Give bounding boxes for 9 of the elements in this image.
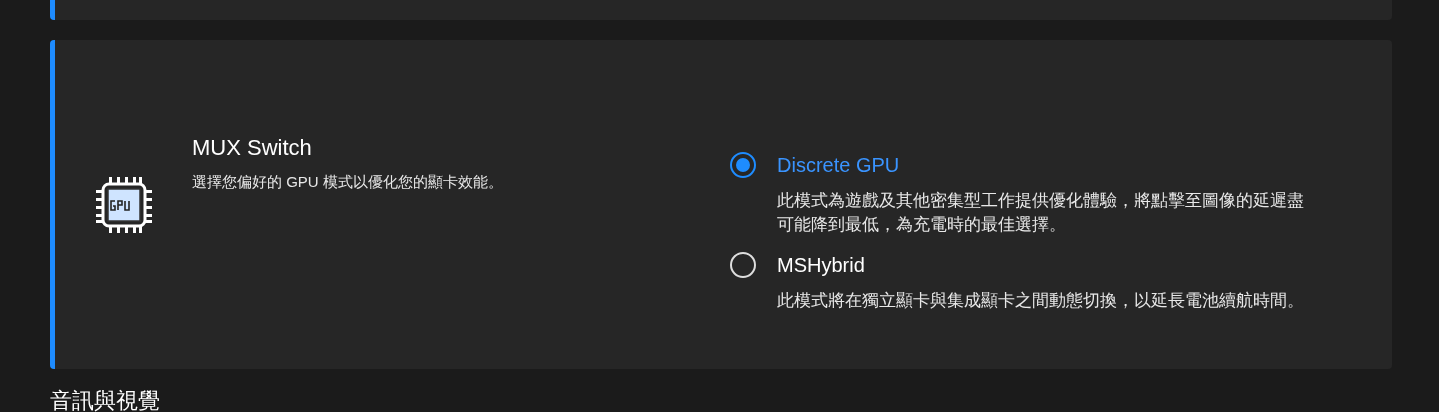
gpu-chip-icon bbox=[94, 175, 153, 234]
option-label: Discrete GPU bbox=[777, 153, 901, 178]
section-heading: 音訊與視覺 bbox=[50, 387, 161, 412]
option-description: 此模式為遊戲及其他密集型工作提供優化體驗，將點擊至圖像的延遲盡可能降到最低，為充電時的最佳選擇。 bbox=[777, 190, 1305, 235]
radio-button[interactable] bbox=[730, 152, 756, 178]
option-label: MSHybrid bbox=[777, 253, 866, 278]
setting-description: 選擇您偏好的 GPU 模式以優化您的顯卡效能。 bbox=[192, 173, 504, 192]
option-description: 此模式將在獨立顯卡與集成顯卡之間動態切換，以延長電池續航時間。 bbox=[777, 290, 1305, 311]
setting-title: MUX Switch bbox=[192, 135, 313, 161]
